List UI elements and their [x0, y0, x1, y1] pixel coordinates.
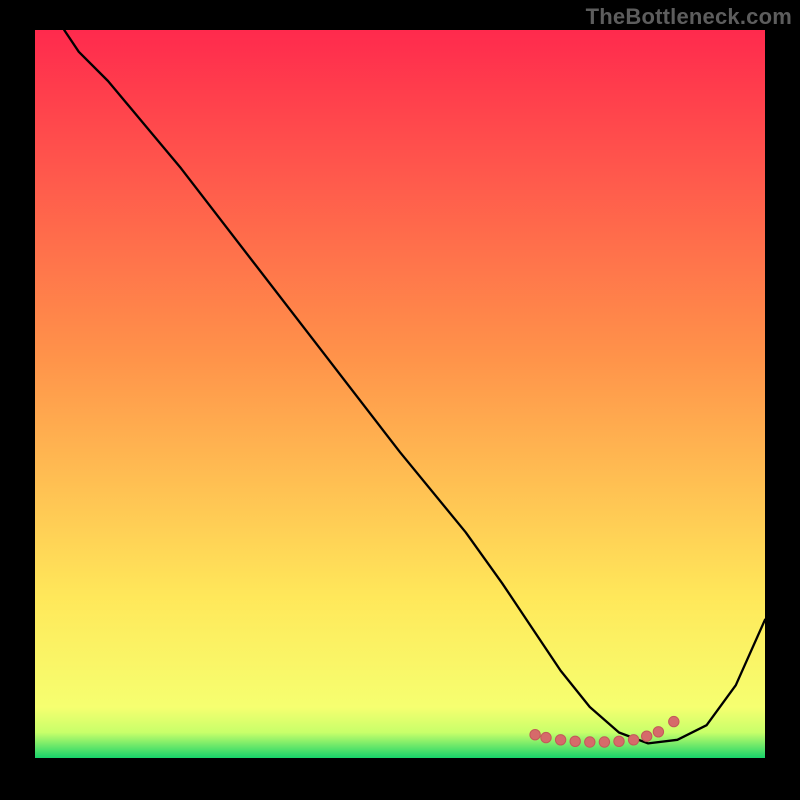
marker-dot — [669, 716, 679, 726]
marker-dot — [555, 735, 565, 745]
marker-dot — [642, 731, 652, 741]
marker-dot — [530, 730, 540, 740]
marker-dot — [628, 735, 638, 745]
gradient-background — [35, 30, 765, 758]
marker-dot — [541, 732, 551, 742]
chart-frame: TheBottleneck.com — [0, 0, 800, 800]
watermark-text: TheBottleneck.com — [586, 4, 792, 30]
marker-dot — [570, 736, 580, 746]
marker-dot — [585, 737, 595, 747]
marker-dot — [614, 736, 624, 746]
marker-dot — [653, 727, 663, 737]
chart-svg — [35, 30, 765, 758]
marker-dot — [599, 737, 609, 747]
plot-area — [35, 30, 765, 758]
